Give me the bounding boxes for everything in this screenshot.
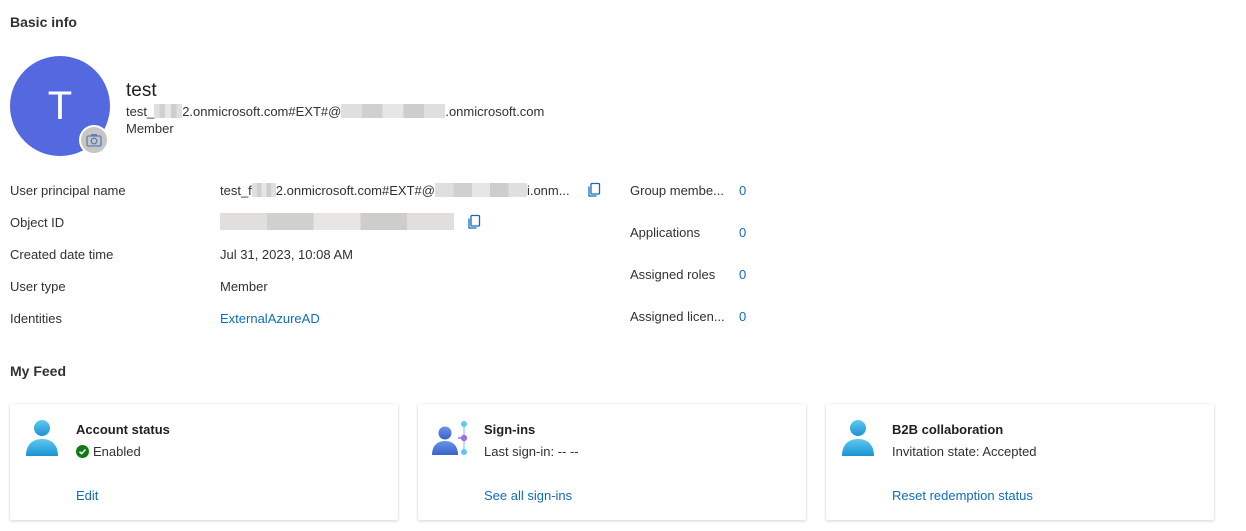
prop-label-user-type: User type — [10, 279, 66, 294]
check-circle-icon — [76, 445, 89, 458]
upn-suffix: i.onm... — [526, 183, 570, 198]
stat-label-applications: Applications — [630, 225, 701, 240]
copy-object-id-icon[interactable] — [466, 214, 482, 230]
b2b-collaboration-card: B2B collaboration Invitation state: Acce… — [826, 404, 1214, 520]
user-icon — [842, 420, 874, 456]
prop-label-identities: Identities — [10, 311, 63, 326]
upn-mid: 2.onmicrosoft.com#EXT#@ — [275, 183, 435, 198]
invitation-state: Invitation state: Accepted — [892, 444, 1037, 459]
status-text: Enabled — [93, 444, 141, 459]
prop-label-upn: User principal name — [10, 183, 126, 198]
account-status: Enabled — [76, 444, 141, 459]
stat-value-roles-link[interactable]: 0 — [739, 267, 746, 282]
stat-label-roles: Assigned roles — [630, 267, 716, 282]
prop-label-object-id: Object ID — [10, 215, 65, 230]
change-photo-button[interactable] — [79, 125, 109, 155]
redacted-block — [154, 104, 183, 118]
account-status-card: Account status Enabled Edit — [10, 404, 398, 520]
user-email-mid: 2.onmicrosoft.com#EXT#@ — [182, 104, 342, 119]
stat-label-groups: Group membe... — [630, 183, 724, 198]
redacted-block — [251, 183, 276, 197]
copy-upn-icon[interactable] — [586, 182, 602, 198]
prop-label-created: Created date time — [10, 247, 114, 262]
camera-icon — [86, 134, 102, 147]
sign-ins-card: Sign-ins Last sign-in: -- -- See all sig… — [418, 404, 806, 520]
basic-info-title: Basic info — [10, 14, 77, 30]
see-all-sign-ins-link[interactable]: See all sign-ins — [484, 488, 572, 503]
redacted-block — [341, 104, 446, 118]
upn-prefix: test_f — [220, 183, 252, 198]
reset-redemption-status-link[interactable]: Reset redemption status — [892, 488, 1033, 503]
avatar-initial: T — [47, 83, 73, 128]
stat-label-licenses: Assigned licen... — [630, 309, 725, 324]
prop-value-upn: test_f 2.onmicrosoft.com#EXT#@ i.onm... — [220, 183, 570, 198]
user-type-subtitle: Member — [126, 121, 174, 136]
edit-link[interactable]: Edit — [76, 488, 98, 503]
card-title: B2B collaboration — [892, 422, 1004, 437]
card-title: Sign-ins — [484, 422, 536, 437]
my-feed-title: My Feed — [10, 363, 67, 379]
prop-value-user-type: Member — [220, 279, 268, 294]
last-sign-in: Last sign-in: -- -- — [484, 444, 579, 459]
prop-value-created: Jul 31, 2023, 10:08 AM — [220, 247, 353, 262]
user-overview-page: Basic info T test test_ 2.onmicrosoft.com… — [0, 0, 1246, 531]
user-email-suffix: .onmicrosoft.com — [445, 104, 545, 119]
prop-value-object-id — [220, 213, 454, 231]
stat-value-groups-link[interactable]: 0 — [739, 183, 746, 198]
redacted-block — [220, 213, 454, 230]
redacted-block — [434, 183, 527, 197]
stat-value-applications-link[interactable]: 0 — [739, 225, 746, 240]
stat-value-licenses-link[interactable]: 0 — [739, 309, 746, 324]
sign-ins-icon — [432, 421, 468, 455]
card-title: Account status — [76, 422, 170, 437]
user-icon — [26, 420, 58, 456]
user-display-name: test — [126, 80, 157, 101]
user-email: test_ 2.onmicrosoft.com#EXT#@ .onmicrosoft… — [126, 104, 544, 119]
user-email-prefix: test_ — [126, 104, 155, 119]
identities-link[interactable]: ExternalAzureAD — [220, 311, 320, 326]
